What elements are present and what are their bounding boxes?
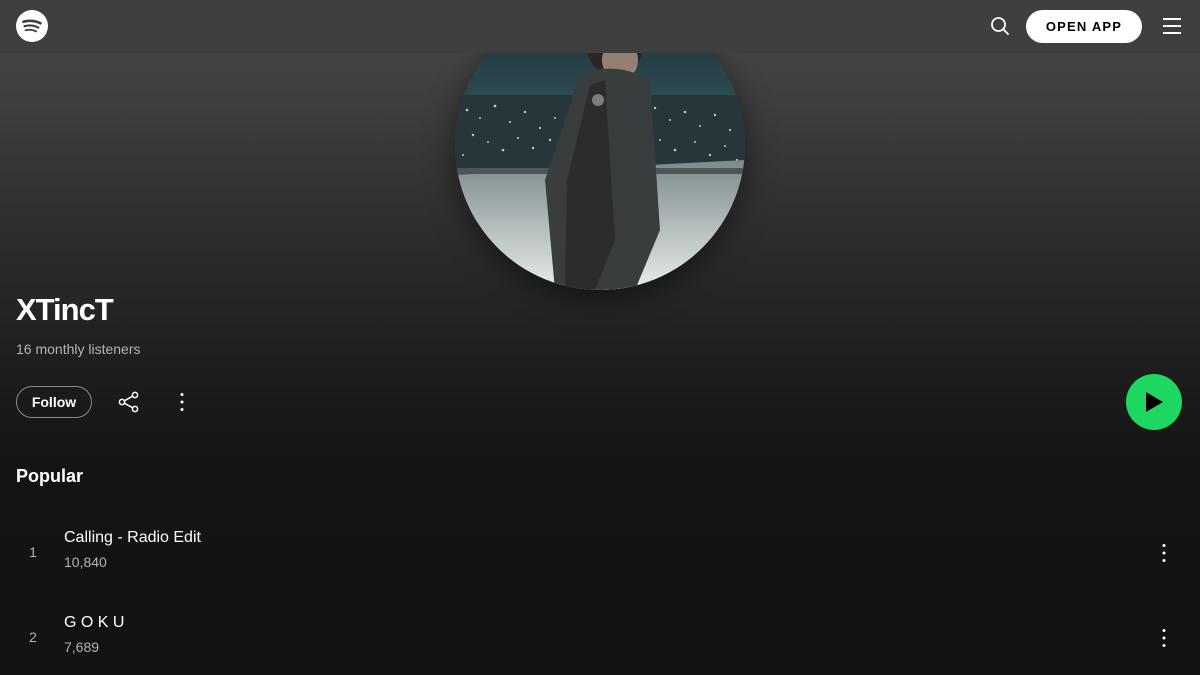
- share-icon[interactable]: [117, 390, 141, 414]
- hamburger-menu-icon[interactable]: [1160, 14, 1184, 38]
- track-more-options-icon[interactable]: [1152, 541, 1176, 565]
- search-icon[interactable]: [988, 14, 1012, 38]
- track-row[interactable]: 2 G O K U 7,689: [0, 607, 1200, 671]
- track-play-count: 7,689: [64, 639, 100, 655]
- top-bar: OPEN APP: [0, 0, 1200, 53]
- follow-button[interactable]: Follow: [16, 386, 92, 418]
- play-button[interactable]: [1126, 374, 1182, 430]
- track-more-options-icon[interactable]: [1152, 626, 1176, 650]
- track-number: 1: [29, 544, 37, 560]
- artist-name: XTincT: [16, 292, 114, 327]
- track-row[interactable]: 1 Calling - Radio Edit 10,840: [0, 522, 1200, 586]
- monthly-listeners: 16 monthly listeners: [16, 341, 141, 357]
- track-title[interactable]: G O K U: [64, 614, 124, 632]
- popular-section-title: Popular: [16, 466, 84, 486]
- spotify-logo-icon[interactable]: [16, 10, 48, 42]
- track-title[interactable]: Calling - Radio Edit: [64, 529, 201, 547]
- open-app-button[interactable]: OPEN APP: [1026, 10, 1142, 43]
- more-options-icon[interactable]: [170, 390, 194, 414]
- track-play-count: 10,840: [64, 554, 107, 570]
- play-icon: [1146, 392, 1163, 412]
- track-number: 2: [29, 629, 37, 645]
